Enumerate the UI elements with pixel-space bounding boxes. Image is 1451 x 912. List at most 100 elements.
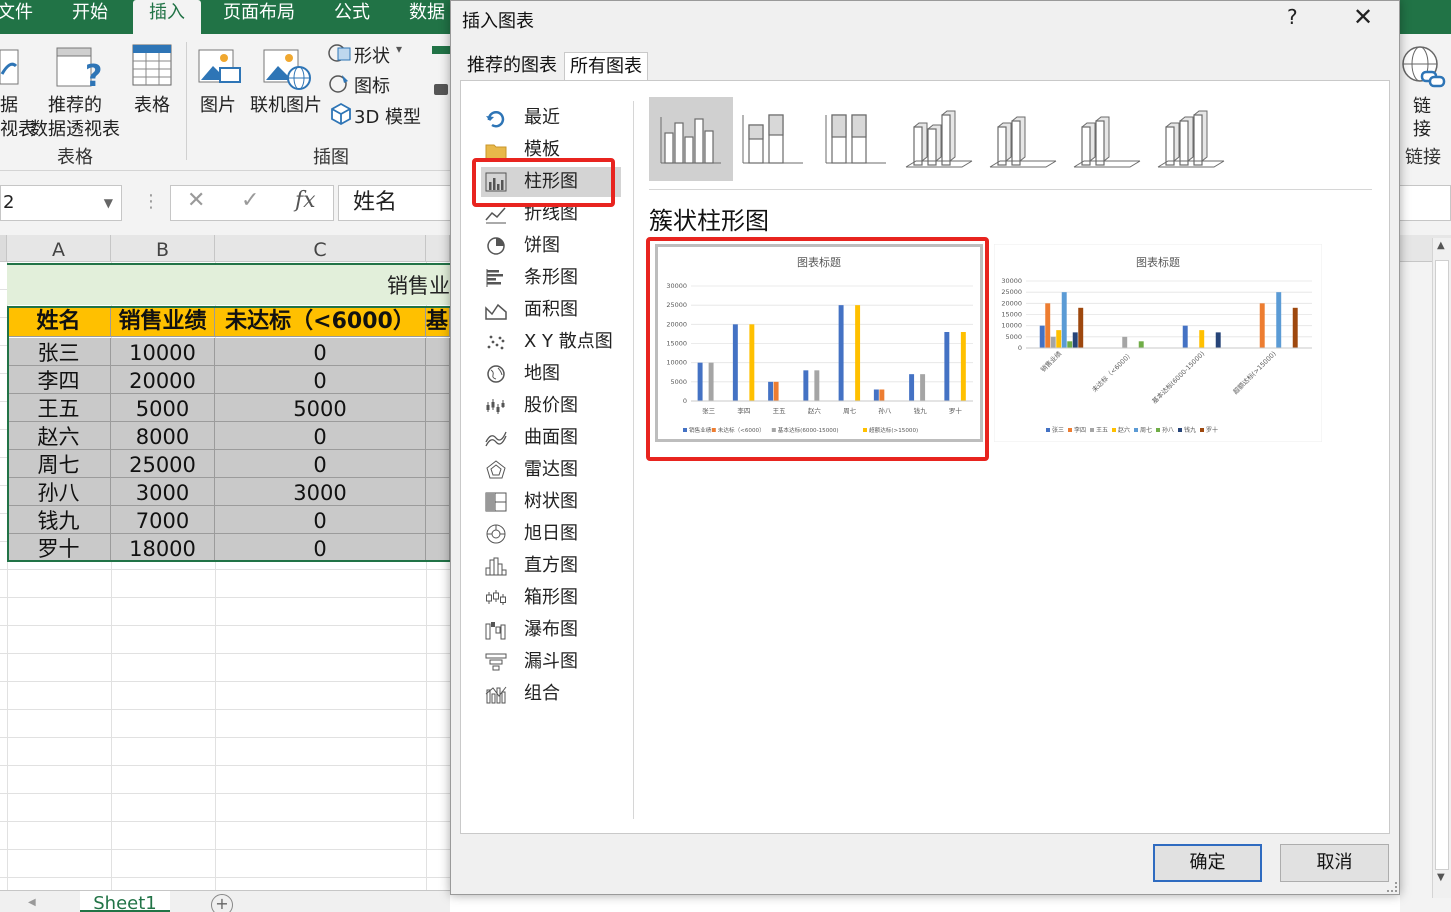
cell-basic[interactable] [426,478,450,506]
chart-type-item[interactable]: 旭日图 [481,519,621,549]
scroll-left-icon[interactable]: ◀ [28,897,36,908]
cancel-button[interactable]: 取消 [1280,844,1389,882]
chevron-down-icon[interactable]: ▼ [104,186,113,220]
scroll-up-icon[interactable]: ▲ [1437,240,1445,251]
online-picture-label[interactable]: 联机图片 [250,91,322,117]
sheet-tab-sheet1[interactable]: Sheet1 [80,891,170,912]
tab-file[interactable]: 文件 [0,0,33,34]
picture-icon[interactable] [198,46,244,92]
name-box[interactable]: 2 ▼ [0,185,122,221]
column-header-b[interactable]: B [111,235,215,262]
online-picture-icon[interactable] [263,46,313,92]
cell-name[interactable]: 李四 [7,366,111,394]
cell-sales[interactable]: 18000 [111,534,215,562]
3d-model-label[interactable]: 3D 模型 [354,103,421,129]
cell-basic[interactable] [426,534,450,562]
chart-subtype-4[interactable]: 三维簇状柱形图 [898,97,982,181]
header-cell-sales[interactable]: 销售业绩 [111,306,215,337]
chart-type-item[interactable]: 条形图 [481,263,621,293]
chart-type-item[interactable]: 最近 [481,103,621,133]
chart-type-item[interactable]: 树状图 [481,487,621,517]
chart-type-item[interactable]: X Y 散点图 [481,327,621,357]
chart-type-item[interactable]: 面积图 [481,295,621,325]
cell-sales[interactable]: 20000 [111,366,215,394]
cell-basic[interactable] [426,366,450,394]
cell-below-target[interactable]: 0 [215,506,426,534]
cell-sales[interactable]: 25000 [111,450,215,478]
chart-type-item[interactable]: 瀑布图 [481,615,621,645]
chart-subtype-2[interactable]: 堆积柱形图 [731,97,815,181]
tab-insert[interactable]: 插入 [133,0,201,34]
drag-handle-icon[interactable]: ⋮ [142,191,160,212]
scroll-thumb[interactable] [1435,260,1449,870]
cell-sales[interactable]: 7000 [111,506,215,534]
chart-type-item[interactable]: 箱形图 [481,583,621,613]
fx-icon[interactable]: fx [295,188,316,213]
chart-type-item[interactable]: 漏斗图 [481,647,621,677]
header-cell-basic[interactable]: 基 [426,306,450,337]
tab-recommended-charts[interactable]: 推荐的图表 [462,52,562,81]
chart-subtype-5[interactable]: 三维堆积柱形图 [982,97,1066,181]
enter-icon[interactable]: ✓ [241,188,259,213]
cell-name[interactable]: 周七 [7,450,111,478]
help-icon[interactable]: ? [1287,5,1298,29]
cell-name[interactable]: 赵六 [7,422,111,450]
recommended-pivot-label-2[interactable]: 数据透视表 [30,115,120,141]
cell-below-target[interactable]: 0 [215,366,426,394]
chart-type-item[interactable]: 直方图 [481,551,621,581]
cube-icon[interactable] [330,102,352,126]
chart-subtype-6[interactable]: 三维百分比堆积柱形图 [1066,97,1150,181]
table-icon[interactable] [132,44,174,88]
cell-sales[interactable]: 5000 [111,394,215,422]
cell-name[interactable]: 王五 [7,394,111,422]
chart-type-item[interactable]: 股价图 [481,391,621,421]
recommended-pivot-label-1[interactable]: 推荐的 [48,91,102,117]
column-header-a[interactable]: A [7,235,111,262]
chart-subtype-3[interactable]: 百分比堆积柱形图 [814,97,898,181]
chart-subtype-1[interactable]: 簇状柱形图 [649,97,733,181]
shapes-label[interactable]: 形状 [354,42,390,68]
add-sheet-icon[interactable]: + [211,894,233,912]
chart-type-item[interactable]: 组合 [481,679,621,709]
picture-label[interactable]: 图片 [200,91,236,117]
cell-sales[interactable]: 10000 [111,338,215,366]
recommended-pivot-icon[interactable]: ? [55,46,101,90]
sheet-title-cell[interactable]: 销售业 [7,263,450,305]
cell-below-target[interactable]: 3000 [215,478,426,506]
column-header-c[interactable]: C [215,235,426,262]
tab-page-layout[interactable]: 页面布局 [223,0,295,34]
tab-home[interactable]: 开始 [72,0,108,34]
cell-basic[interactable] [426,338,450,366]
close-icon[interactable]: ✕ [1353,3,1373,31]
cell-name[interactable]: 孙八 [7,478,111,506]
cell-basic[interactable] [426,394,450,422]
cell-name[interactable]: 罗十 [7,534,111,562]
select-all-corner[interactable] [0,235,7,262]
cell-below-target[interactable]: 0 [215,422,426,450]
cell-below-target[interactable]: 5000 [215,394,426,422]
cell-basic[interactable] [426,422,450,450]
icons-icon[interactable] [328,72,352,94]
shapes-icon[interactable] [328,42,352,64]
header-cell-below-target[interactable]: 未达标（<6000） [215,306,426,337]
cell-below-target[interactable]: 0 [215,534,426,562]
header-cell-name[interactable]: 姓名 [7,306,111,337]
icons-label[interactable]: 图标 [354,72,390,98]
pivot-label-1[interactable]: 据 [0,91,18,117]
vertical-scrollbar[interactable]: ▲ ▼ [1432,238,1451,898]
tab-data[interactable]: 数据 [409,0,445,34]
link-icon[interactable] [1400,44,1448,92]
tab-formulas[interactable]: 公式 [334,0,370,34]
cell-sales[interactable]: 3000 [111,478,215,506]
resize-grip[interactable] [1387,882,1397,892]
pivot-table-icon[interactable] [0,48,22,88]
chart-subtype-7[interactable]: 三维柱形图 [1150,97,1234,181]
column-header-d[interactable] [426,235,450,262]
cell-name[interactable]: 张三 [7,338,111,366]
cancel-icon[interactable]: ✕ [187,188,205,213]
cell-below-target[interactable]: 0 [215,338,426,366]
chart-preview-by-metric[interactable]: 图表标题050001000015000200002500030000销售业绩 未达… [994,244,1322,442]
chevron-down-icon[interactable]: ▾ [396,42,402,56]
scroll-down-icon[interactable]: ▼ [1437,872,1445,883]
chart-type-item[interactable]: 地图 [481,359,621,389]
